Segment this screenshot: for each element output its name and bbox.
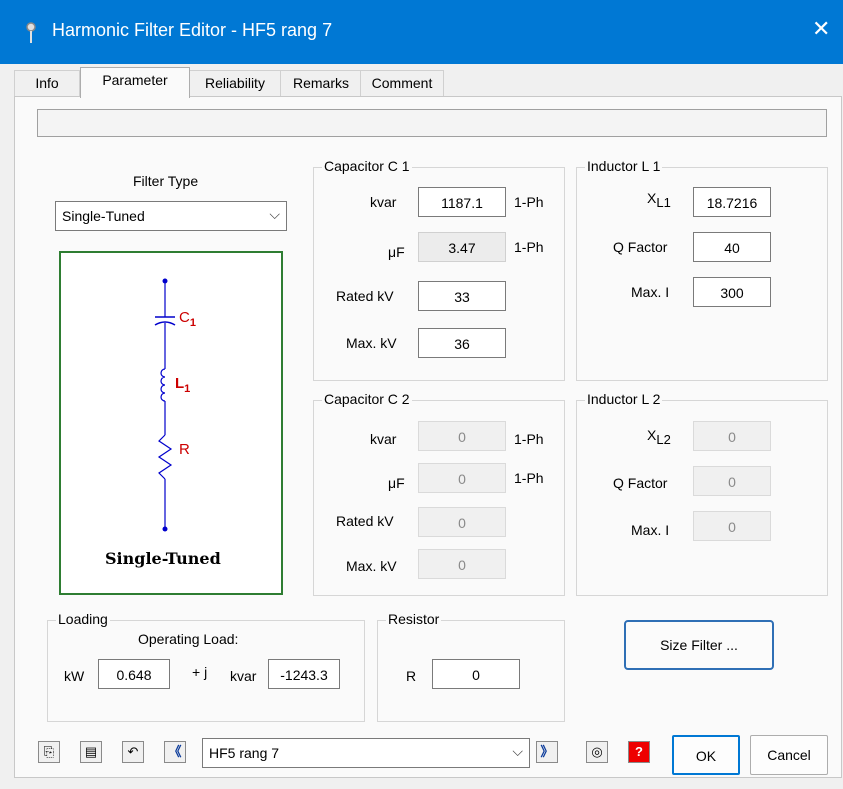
tab-remarks[interactable]: Remarks xyxy=(280,70,362,97)
filter-diagram: C1 L1 R Single-Tuned xyxy=(59,251,283,595)
undo-icon[interactable]: ↶ xyxy=(122,741,144,763)
probe-icon xyxy=(26,22,36,43)
close-icon[interactable]: ✕ xyxy=(812,16,830,42)
capacitor-c2-title: Capacitor C 2 xyxy=(322,391,412,407)
load-kvar-input[interactable]: -1243.3 xyxy=(268,659,340,689)
chevron-down-icon: ⌵ xyxy=(512,743,523,759)
c2-rated-kv-input[interactable]: 0 xyxy=(418,507,506,537)
l2-xl-input[interactable]: 0 xyxy=(693,421,771,451)
single-tuned-schematic xyxy=(154,278,176,532)
filter-type-select[interactable]: Single-Tuned ⌵ xyxy=(55,201,287,231)
diagram-caption: Single-Tuned xyxy=(105,549,221,568)
load-kvar-label: kvar xyxy=(230,668,257,684)
c1-kvar-input[interactable]: 1187.1 xyxy=(418,187,506,217)
r-input[interactable]: 0 xyxy=(432,659,520,689)
c2-max-kv-input[interactable]: 0 xyxy=(418,549,506,579)
c1-rated-kv-input[interactable]: 33 xyxy=(418,281,506,311)
l2-maxi-input[interactable]: 0 xyxy=(693,511,771,541)
c2-rated-kv-label: Rated kV xyxy=(336,513,394,529)
binoculars-icon[interactable]: ◎ xyxy=(586,741,608,763)
ok-button[interactable]: OK xyxy=(672,735,740,775)
tab-info[interactable]: Info xyxy=(14,70,80,97)
inductor-l2-title: Inductor L 2 xyxy=(585,391,663,407)
resistor-title: Resistor xyxy=(386,611,442,627)
record-selector[interactable]: HF5 rang 7 ⌵ xyxy=(202,738,530,768)
operating-load-label: Operating Load: xyxy=(138,631,239,647)
record-selector-value: HF5 rang 7 xyxy=(209,745,280,761)
c1-uf-field: 3.47 xyxy=(418,232,506,262)
dialog-window: Harmonic Filter Editor - HF5 rang 7 ✕ In… xyxy=(0,0,843,789)
filter-type-label: Filter Type xyxy=(133,173,199,189)
capacitor-c1-title: Capacitor C 1 xyxy=(322,158,412,174)
loading-group: Loading Operating Load: kW 0.648 + j kva… xyxy=(47,611,365,722)
chevron-down-icon: ⌵ xyxy=(269,206,280,222)
status-field xyxy=(37,109,827,137)
parameter-panel: Filter Type Single-Tuned ⌵ C1 L1 R Singl… xyxy=(14,96,842,778)
inductor-l2-group: Inductor L 2 XL2 0 Q Factor 0 Max. I 0 xyxy=(576,391,828,596)
c1-max-kv-label: Max. kV xyxy=(346,335,397,351)
cancel-button[interactable]: Cancel xyxy=(750,735,828,775)
next-icon[interactable]: 》 xyxy=(536,741,558,763)
c2-max-kv-label: Max. kV xyxy=(346,558,397,574)
c1-max-kv-input[interactable]: 36 xyxy=(418,328,506,358)
c1-uf-unit: 1-Ph xyxy=(514,239,544,255)
l1-maxi-input[interactable]: 300 xyxy=(693,277,771,307)
c2-kvar-label: kvar xyxy=(370,431,397,447)
copy-icon[interactable]: ⎘ xyxy=(38,741,60,763)
inductor-l1-group: Inductor L 1 XL1 18.7216 Q Factor 40 Max… xyxy=(576,158,828,381)
c2-uf-field: 0 xyxy=(418,463,506,493)
l1-q-label: Q Factor xyxy=(613,239,668,255)
l1-q-input[interactable]: 40 xyxy=(693,232,771,262)
c1-kvar-unit: 1-Ph xyxy=(514,194,544,210)
inductor-l1-title: Inductor L 1 xyxy=(585,158,663,174)
tab-reliability[interactable]: Reliability xyxy=(188,70,282,97)
r-label: R xyxy=(179,441,190,458)
kw-input[interactable]: 0.648 xyxy=(98,659,170,689)
filter-type-value: Single-Tuned xyxy=(62,208,145,224)
c1-rated-kv-label: Rated kV xyxy=(336,288,394,304)
loading-title: Loading xyxy=(56,611,110,627)
c2-kvar-unit: 1-Ph xyxy=(514,431,544,447)
c2-kvar-input[interactable]: 0 xyxy=(418,421,506,451)
window-title: Harmonic Filter Editor - HF5 rang 7 xyxy=(52,20,333,40)
tab-comment[interactable]: Comment xyxy=(360,70,444,97)
l2-xl-label: XL2 xyxy=(647,427,671,447)
tab-parameter[interactable]: Parameter xyxy=(80,67,190,98)
c2-uf-unit: 1-Ph xyxy=(514,470,544,486)
l1-xl-label: XL1 xyxy=(647,190,671,210)
title-bar: Harmonic Filter Editor - HF5 rang 7 ✕ xyxy=(0,0,843,64)
previous-icon[interactable]: 《 xyxy=(164,741,186,763)
r-input-label: R xyxy=(406,668,417,684)
l1-maxi-label: Max. I xyxy=(631,284,670,300)
size-filter-button[interactable]: Size Filter ... xyxy=(624,620,774,670)
capacitor-c2-group: Capacitor C 2 kvar 0 1-Ph μF 0 1-Ph Rate… xyxy=(313,391,565,596)
paste-icon[interactable]: ▤ xyxy=(80,741,102,763)
l2-q-input[interactable]: 0 xyxy=(693,466,771,496)
l2-q-label: Q Factor xyxy=(613,475,668,491)
c1-label: C1 xyxy=(179,309,196,329)
c2-uf-label: μF xyxy=(388,475,405,491)
l1-label: L1 xyxy=(175,375,191,395)
capacitor-c1-group: Capacitor C 1 kvar 1187.1 1-Ph μF 3.47 1… xyxy=(313,158,565,381)
kw-label: kW xyxy=(64,668,85,684)
c1-kvar-label: kvar xyxy=(370,194,397,210)
l2-maxi-label: Max. I xyxy=(631,522,670,538)
l1-xl-input[interactable]: 18.7216 xyxy=(693,187,771,217)
help-icon[interactable]: ? xyxy=(628,741,650,763)
resistor-group: Resistor R 0 xyxy=(377,611,565,722)
c1-uf-label: μF xyxy=(388,244,405,260)
j-label: + j xyxy=(192,664,208,680)
